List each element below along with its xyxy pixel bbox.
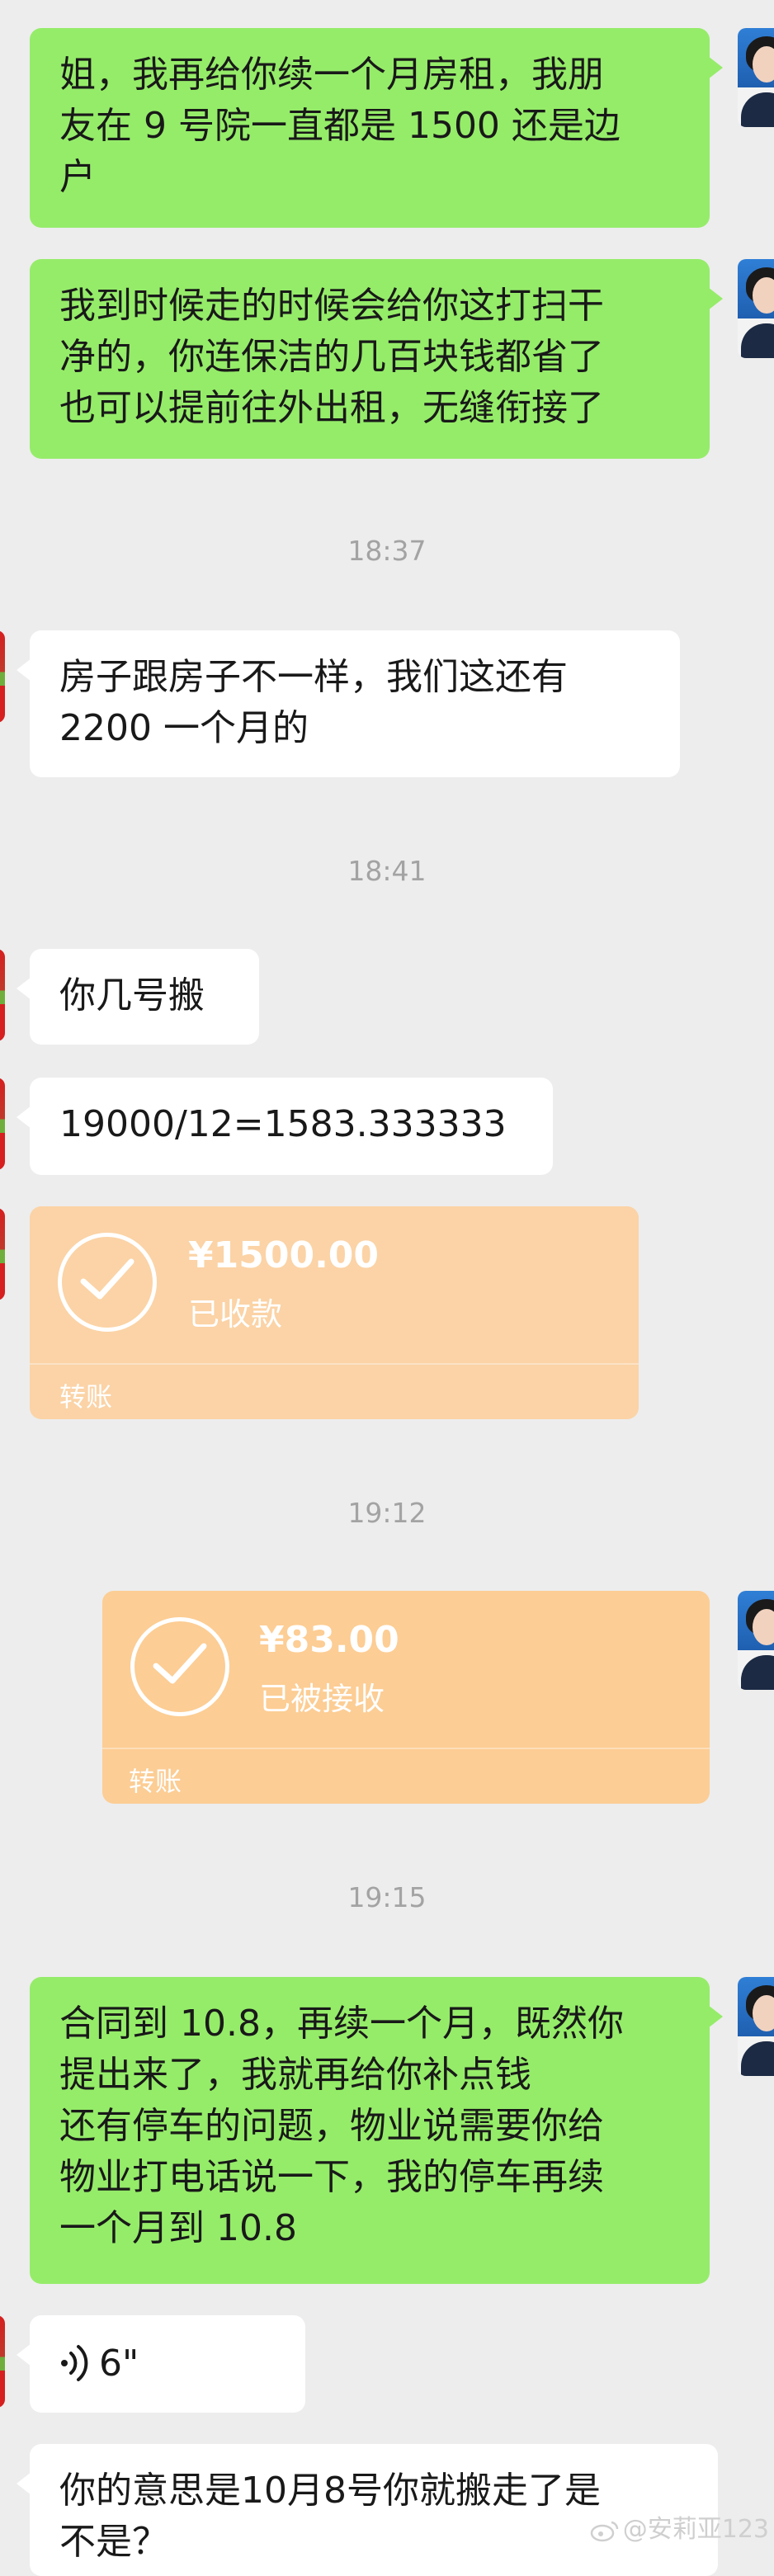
transfer-status: 已收款	[188, 1296, 283, 1333]
divider	[102, 1748, 710, 1749]
message-bubble[interactable]: 合同到 10.8，再续一个月，既然你 提出来了，我就再给你补点钱 还有停车的问题…	[30, 1977, 723, 2284]
avatar[interactable]	[0, 630, 5, 723]
check-circle-icon	[130, 1617, 229, 1716]
timestamp: 19:12	[347, 1497, 427, 1529]
avatar[interactable]	[738, 1977, 774, 2076]
message-bubble[interactable]: 19000/12=1583.333333	[17, 1078, 553, 1175]
avatar[interactable]	[0, 2315, 5, 2408]
divider	[30, 1363, 639, 1365]
avatar[interactable]	[0, 1078, 5, 1170]
avatar[interactable]	[0, 949, 5, 1041]
avatar[interactable]	[0, 1208, 5, 1300]
timestamp: 18:41	[347, 855, 427, 887]
avatar[interactable]	[738, 259, 774, 358]
transfer-amount: ¥1500.00	[188, 1234, 380, 1276]
weibo-logo-icon	[590, 2521, 618, 2541]
message-bubble[interactable]: 我到时候走的时候会给你这打扫干 净的，你连保洁的几百块钱都省了 也可以提前往外出…	[30, 259, 723, 459]
watermark-text: @安莉亚123	[622, 2515, 769, 2544]
avatar[interactable]	[738, 28, 774, 127]
transfer-card[interactable]: ¥1500.00 已收款 转账	[30, 1206, 639, 1419]
transfer-label: 转账	[129, 1766, 182, 1797]
check-circle-icon	[58, 1233, 157, 1332]
message-bubble[interactable]: 姐，我再给你续一个月房租，我朋 友在 9 号院一直都是 1500 还是边 户	[30, 28, 723, 228]
transfer-amount: ¥83.00	[259, 1619, 399, 1661]
timestamp: 19:15	[347, 1881, 427, 1913]
avatar[interactable]	[738, 1591, 774, 1690]
message-bubble[interactable]: 你几号搬	[17, 949, 259, 1045]
timestamp: 18:37	[347, 535, 427, 567]
voice-icon	[61, 2345, 88, 2381]
transfer-card[interactable]: ¥83.00 已被接收 转账	[102, 1591, 710, 1804]
voice-message[interactable]: 6"	[17, 2315, 305, 2413]
transfer-label: 转账	[59, 1381, 113, 1413]
voice-duration: 6"	[99, 2342, 139, 2385]
transfer-status: 已被接收	[259, 1681, 385, 1717]
message-bubble[interactable]: 房子跟房子不一样，我们这还有 2200 一个月的	[17, 630, 680, 777]
watermark: @安莉亚123	[590, 2508, 769, 2545]
